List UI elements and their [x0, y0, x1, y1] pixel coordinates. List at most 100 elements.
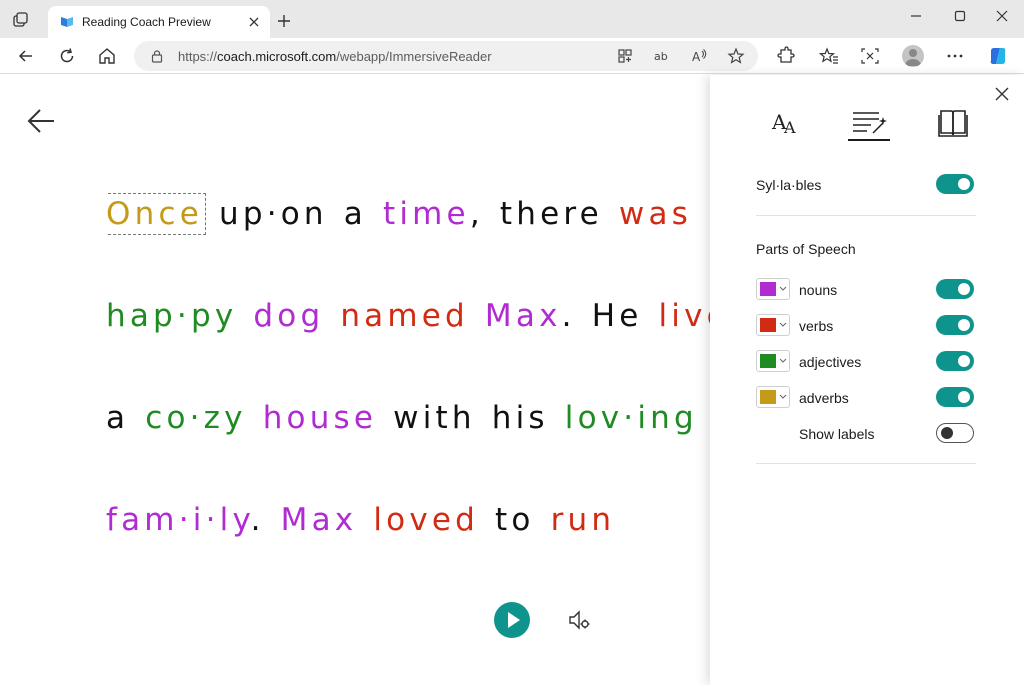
profile-avatar[interactable]: [902, 45, 924, 67]
close-panel-icon[interactable]: [994, 86, 1010, 102]
verbs-label: verbs: [799, 318, 834, 334]
user-icon: [905, 49, 921, 66]
translate-icon[interactable]: ab: [653, 47, 671, 65]
svg-text:A: A: [783, 118, 796, 137]
chevron-down-icon: [779, 286, 787, 291]
url-domain: coach.microsoft.com: [217, 49, 337, 64]
show-labels-toggle[interactable]: [936, 423, 974, 443]
svg-text:ab: ab: [654, 50, 668, 63]
url-prefix: https://: [178, 49, 218, 64]
reader-word[interactable]: a: [344, 196, 367, 232]
reader-word[interactable]: hap·py: [106, 298, 237, 334]
reader-word[interactable]: loved: [373, 502, 479, 538]
favorite-star-icon[interactable]: [727, 47, 745, 65]
adjectives-label: adjectives: [799, 354, 862, 370]
reader-line: fam·i·ly. Max loved to run: [106, 496, 631, 544]
reader-word[interactable]: Max: [281, 502, 358, 538]
reading-preferences-tab-icon[interactable]: [933, 103, 973, 143]
screenshot-icon[interactable]: [860, 46, 880, 66]
reader-punctuation: ,: [469, 196, 484, 232]
lock-icon[interactable]: [150, 49, 164, 63]
maximize-icon[interactable]: [950, 8, 970, 24]
browser-tab-active[interactable]: Reading Coach Preview: [48, 6, 270, 38]
reader-word[interactable]: fam·i·ly: [106, 502, 251, 538]
text-preferences-tab-icon[interactable]: A A: [766, 103, 806, 143]
verbs-color-picker[interactable]: [756, 314, 790, 336]
reader-line: Once up·on a time, there was: [106, 190, 708, 238]
svg-text:A: A: [692, 50, 701, 64]
reader-word[interactable]: his: [492, 400, 549, 436]
app-available-icon[interactable]: [616, 47, 634, 65]
tab-title: Reading Coach Preview: [82, 15, 211, 29]
reader-word[interactable]: house: [263, 400, 377, 436]
verbs-toggle[interactable]: [936, 315, 974, 335]
adverbs-color-swatch: [760, 390, 776, 404]
home-icon[interactable]: [97, 46, 117, 66]
copilot-icon[interactable]: [987, 45, 1009, 67]
refresh-icon[interactable]: [57, 46, 77, 66]
address-bar[interactable]: https://coach.microsoft.com/webapp/Immer…: [134, 41, 758, 71]
url-text[interactable]: https://coach.microsoft.com/webapp/Immer…: [178, 49, 492, 64]
reader-word[interactable]: up·on: [219, 196, 328, 232]
adverbs-label: adverbs: [799, 390, 849, 406]
adverbs-toggle[interactable]: [936, 387, 974, 407]
section-divider: [756, 215, 976, 216]
chevron-down-icon: [779, 394, 787, 399]
reader-word[interactable]: co·zy: [145, 400, 246, 436]
adjectives-color-picker[interactable]: [756, 350, 790, 372]
reader-word[interactable]: Max: [485, 298, 562, 334]
active-tab-indicator: [848, 139, 890, 141]
reader-word[interactable]: time: [383, 196, 470, 232]
reader-punctuation: .: [250, 502, 265, 538]
browser-tab-strip: Reading Coach Preview: [0, 0, 1024, 38]
reader-text-area: Once up·on a time, there was hap·py dog named Max…: [106, 190, 746, 570]
url-path: /webapp/ImmersiveReader: [336, 49, 492, 64]
nouns-toggle[interactable]: [936, 279, 974, 299]
reader-word[interactable]: a: [106, 400, 129, 436]
minimize-icon[interactable]: [906, 8, 926, 24]
adjectives-color-swatch: [760, 354, 776, 368]
reader-word[interactable]: dog: [253, 298, 324, 334]
reader-word[interactable]: named: [340, 298, 469, 334]
favorites-icon[interactable]: [819, 46, 839, 66]
reading-coach-favicon-icon: [61, 17, 73, 27]
close-tab-icon[interactable]: [246, 14, 262, 30]
verbs-color-swatch: [760, 318, 776, 332]
syllables-toggle[interactable]: [936, 174, 974, 194]
nouns-color-swatch: [760, 282, 776, 296]
play-icon: [508, 612, 520, 628]
reader-word[interactable]: was: [619, 196, 692, 232]
more-options-icon[interactable]: [945, 46, 965, 66]
reader-word[interactable]: with: [393, 400, 476, 436]
reader-word[interactable]: run: [551, 502, 616, 538]
reader-back-arrow-icon[interactable]: [26, 107, 56, 135]
chevron-down-icon: [779, 358, 787, 363]
tab-actions-icon[interactable]: [12, 11, 30, 29]
reader-word[interactable]: there: [500, 196, 603, 232]
reader-line: hap·py dog named Max. He lived: [106, 292, 746, 340]
nouns-label: nouns: [799, 282, 838, 298]
browser-toolbar: https://coach.microsoft.com/webapp/Immer…: [0, 38, 1024, 74]
show-labels-label: Show labels: [799, 426, 875, 442]
syllables-label: Syl·la·bles: [756, 177, 822, 193]
play-button[interactable]: [494, 602, 530, 638]
extensions-icon[interactable]: [775, 46, 795, 66]
adverbs-color-picker[interactable]: [756, 386, 790, 408]
reader-word[interactable]: lov·ing: [565, 400, 698, 436]
voice-settings-icon[interactable]: [567, 608, 591, 632]
new-tab-icon[interactable]: [276, 13, 292, 29]
reader-word[interactable]: to: [495, 502, 535, 538]
close-window-icon[interactable]: [992, 8, 1012, 24]
chevron-down-icon: [779, 322, 787, 327]
adjectives-toggle[interactable]: [936, 351, 974, 371]
parts-of-speech-title: Parts of Speech: [756, 241, 856, 257]
read-aloud-icon[interactable]: A: [690, 47, 708, 65]
section-divider: [756, 463, 976, 464]
back-arrow-icon[interactable]: [16, 46, 36, 66]
grammar-options-tab-icon[interactable]: [849, 103, 889, 143]
settings-panel: A A Syl·la·bles Parts of Speech nouns ve…: [710, 75, 1024, 685]
nouns-color-picker[interactable]: [756, 278, 790, 300]
reader-word[interactable]: He: [592, 298, 643, 334]
reader-word[interactable]: Once: [106, 193, 206, 235]
reader-punctuation: .: [561, 298, 576, 334]
